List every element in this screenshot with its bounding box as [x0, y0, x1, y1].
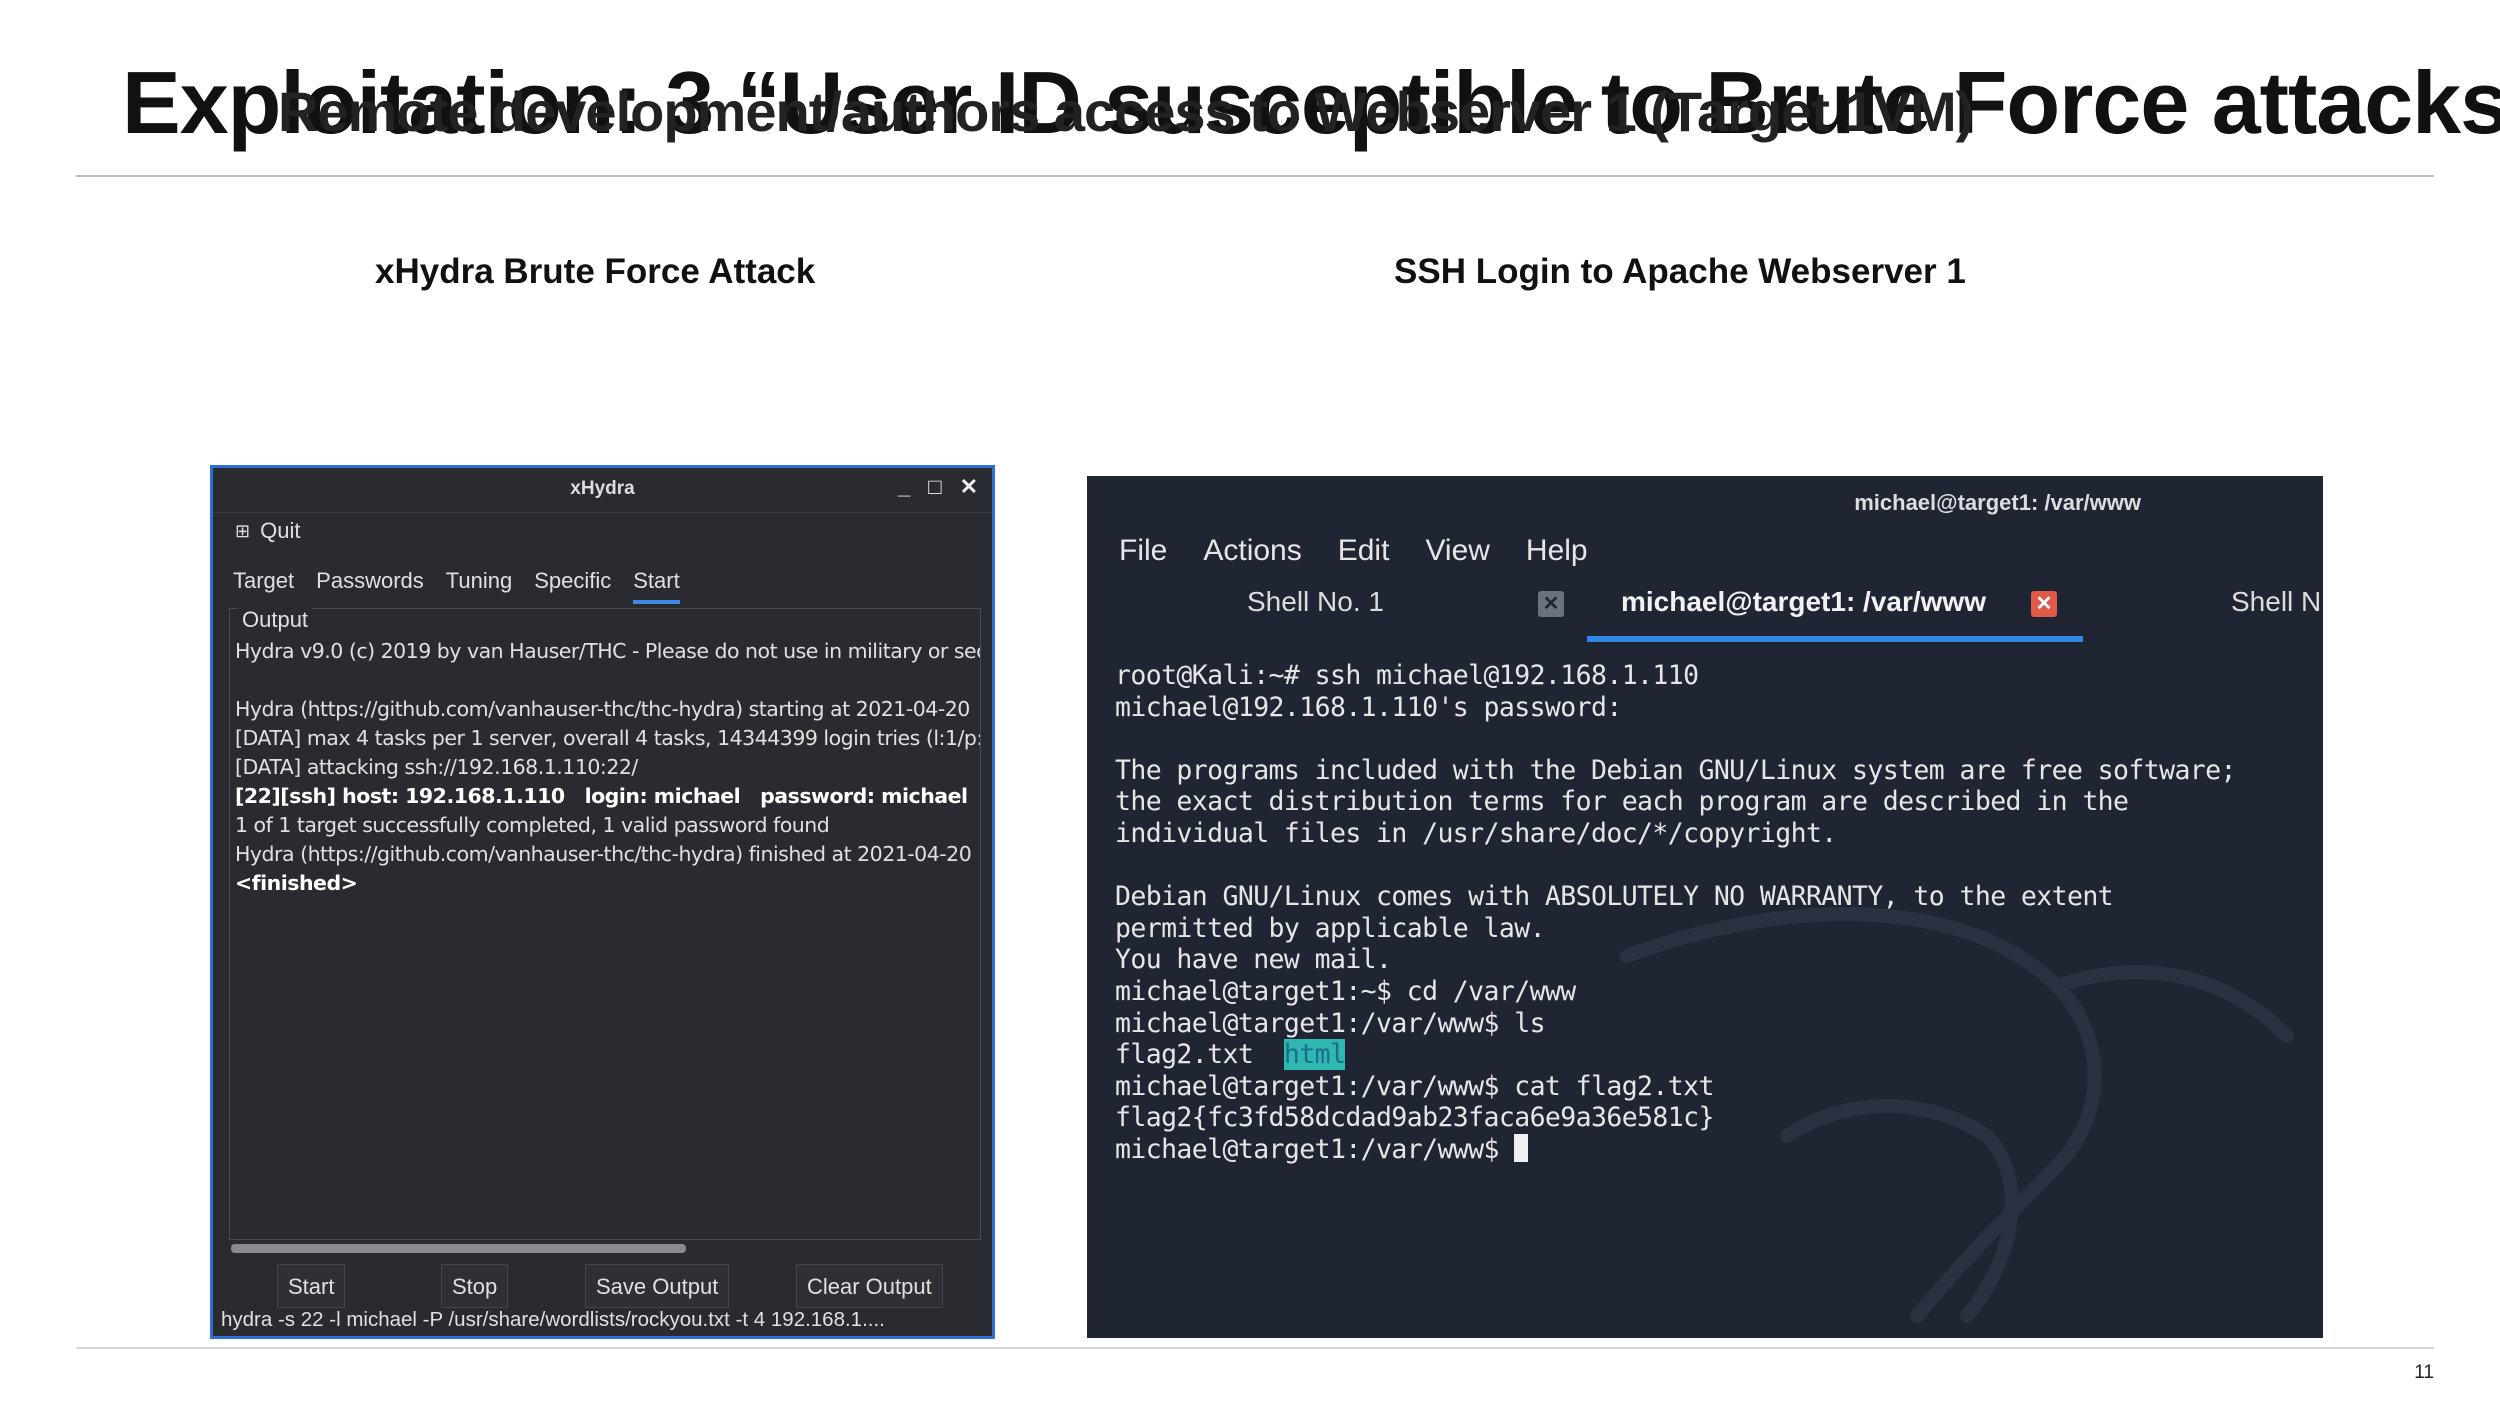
menu-file[interactable]: File [1119, 534, 1167, 568]
caption-ssh: SSH Login to Apache Webserver 1 [1394, 252, 1966, 291]
xhydra-button-bar: Start Stop Save Output Clear Output [229, 1258, 976, 1310]
ls-dir: html [1283, 1039, 1346, 1071]
menu-actions[interactable]: Actions [1203, 534, 1301, 568]
tab-shell-1[interactable]: Shell No. 1 [1247, 586, 1384, 618]
terminal-line: michael@target1:/var/www$ [1115, 1133, 2313, 1166]
menu-edit[interactable]: Edit [1338, 534, 1390, 568]
output-line: <finished> [235, 871, 358, 895]
terminal-menubar: File Actions Edit View Help [1119, 534, 1588, 568]
terminal-output[interactable]: root@Kali:~# ssh michael@192.168.1.110 mi… [1115, 660, 2313, 1166]
menu-help[interactable]: Help [1526, 534, 1588, 568]
terminal-line: michael@target1:/var/www$ cat flag2.txt [1115, 1070, 1714, 1102]
tab-passwords[interactable]: Passwords [316, 568, 424, 604]
quit-menu[interactable]: ⊞ Quit [235, 518, 300, 544]
xhydra-tabs: Target Passwords Tuning Specific Start [233, 568, 680, 604]
terminal-line: permitted by applicable law. [1115, 912, 1546, 944]
terminal-line: the exact distribution terms for each pr… [1115, 786, 2129, 818]
minimize-icon[interactable]: _ [898, 474, 910, 500]
terminal-line: michael@target1:~$ cd /var/www [1115, 975, 1576, 1007]
page-number: 11 [2414, 1362, 2434, 1383]
tab-target[interactable]: Target [233, 568, 294, 604]
tab-michael-target1[interactable]: michael@target1: /var/www [1621, 586, 1986, 618]
output-line: 1 of 1 target successfully completed, 1 … [235, 813, 830, 837]
caption-xhydra: xHydra Brute Force Attack [375, 252, 816, 291]
terminal-window: michael@target1: /var/www File Actions E… [1087, 476, 2323, 1338]
terminal-title: michael@target1: /var/www [1854, 490, 2141, 515]
xhydra-titlebar: xHydra _ □ ✕ [213, 468, 992, 513]
command-line: hydra -s 22 -l michael -P /usr/share/wor… [221, 1308, 885, 1331]
save-output-button[interactable]: Save Output [585, 1264, 730, 1308]
window-controls: _ □ ✕ [898, 474, 978, 500]
active-tab-indicator [1587, 636, 2083, 642]
tab-tuning[interactable]: Tuning [446, 568, 512, 604]
xhydra-window: xHydra _ □ ✕ ⊞ Quit Target Passwords Tun… [210, 465, 995, 1339]
scrollbar-thumb[interactable] [231, 1244, 686, 1253]
title-divider [76, 175, 2434, 177]
output-line: [22][ssh] host: 192.168.1.110 login: mic… [235, 784, 968, 808]
terminal-line: flag2{fc3fd58dcdad9ab23faca6e9a36e581c} [1115, 1102, 1714, 1134]
quit-icon: ⊞ [235, 520, 251, 541]
clear-output-button[interactable]: Clear Output [796, 1264, 943, 1308]
terminal-line: michael@target1:/var/www$ ls [1115, 1007, 1546, 1039]
terminal-line: individual files in /usr/share/doc/*/cop… [1115, 817, 1837, 849]
output-line: [DATA] max 4 tasks per 1 server, overall… [235, 726, 980, 750]
menu-view[interactable]: View [1425, 534, 1489, 568]
output-line: [DATA] attacking ssh://192.168.1.110:22/ [235, 755, 638, 779]
start-button[interactable]: Start [277, 1264, 346, 1308]
stop-button[interactable]: Stop [441, 1264, 509, 1308]
tab-close-icon[interactable]: ✕ [2031, 591, 2057, 617]
terminal-line: You have new mail. [1115, 944, 1392, 976]
terminal-line: Debian GNU/Linux comes with ABSOLUTELY N… [1115, 881, 2114, 913]
output-text: Hydra v9.0 (c) 2019 by van Hauser/THC - … [235, 637, 980, 1209]
cursor [1514, 1133, 1529, 1162]
close-icon[interactable]: ✕ [960, 474, 978, 500]
ls-file: flag2.txt [1115, 1039, 1254, 1071]
output-line: Hydra (https://github.com/vanhauser-thc/… [235, 842, 972, 866]
tab-close-icon[interactable]: ✕ [1538, 591, 1564, 617]
maximize-icon[interactable]: □ [928, 474, 941, 500]
footer-divider [76, 1347, 2434, 1349]
output-frame: Output Hydra v9.0 (c) 2019 by van Hauser… [229, 607, 981, 1240]
horizontal-scrollbar[interactable] [229, 1240, 981, 1256]
xhydra-title: xHydra [570, 478, 635, 499]
output-label: Output [238, 607, 313, 633]
quit-label: Quit [260, 518, 301, 543]
slide-title-overlay: Remote development/authors access to Web… [278, 80, 1974, 143]
tab-specific[interactable]: Specific [534, 568, 611, 604]
output-line: Hydra v9.0 (c) 2019 by van Hauser/THC - … [235, 639, 980, 663]
tab-start[interactable]: Start [633, 568, 680, 604]
terminal-line: root@Kali:~# ssh michael@192.168.1.110 [1115, 660, 1699, 691]
tab-shell-2[interactable]: Shell N [2231, 586, 2321, 618]
terminal-line: The programs included with the Debian GN… [1115, 754, 2236, 786]
terminal-line: flag2.txt html [1115, 1039, 2313, 1071]
prompt: michael@target1:/var/www$ [1115, 1133, 1515, 1165]
output-line: Hydra (https://github.com/vanhauser-thc/… [235, 697, 970, 721]
terminal-line: michael@192.168.1.110's password: [1115, 691, 1622, 723]
terminal-tabs: Shell No. 1 ✕ michael@target1: /var/www … [1087, 586, 2323, 624]
